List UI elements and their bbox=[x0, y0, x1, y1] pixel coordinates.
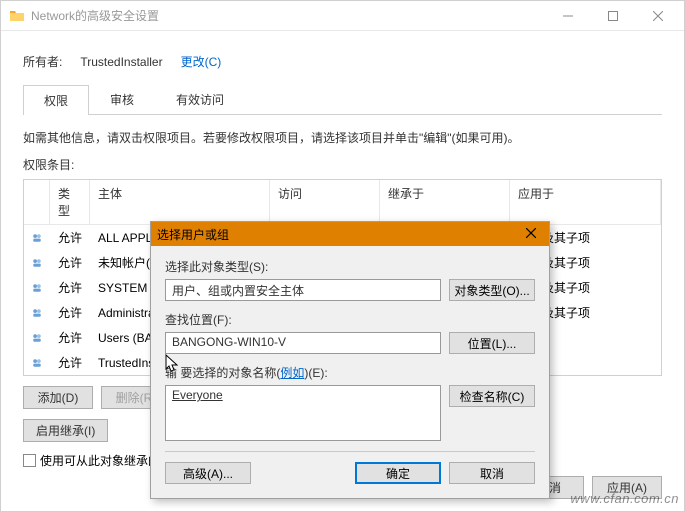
titlebar: Network的高级安全设置 bbox=[1, 1, 684, 31]
object-names-input[interactable]: Everyone bbox=[165, 385, 441, 441]
principal-icon bbox=[24, 303, 50, 323]
names-label-suffix: )(E): bbox=[304, 366, 327, 380]
tabs: 权限 审核 有效访问 bbox=[23, 84, 662, 115]
watermark: www.cfan.com.cn bbox=[570, 491, 679, 506]
cell-type: 允许 bbox=[50, 302, 90, 323]
disable-inherit-button[interactable]: 启用继承(I) bbox=[23, 419, 108, 442]
cell-type: 允许 bbox=[50, 227, 90, 248]
location-field: BANGONG-WIN10-V bbox=[165, 332, 441, 354]
cell-type: 允许 bbox=[50, 252, 90, 273]
names-label-prefix: 输 要选择的对象名称( bbox=[165, 366, 280, 380]
advanced-button[interactable]: 高级(A)... bbox=[165, 462, 251, 484]
window-controls bbox=[545, 1, 680, 30]
location-label: 查找位置(F): bbox=[165, 311, 535, 328]
folder-icon bbox=[9, 8, 25, 24]
check-names-button[interactable]: 检查名称(C) bbox=[449, 385, 535, 407]
cell-type: 允许 bbox=[50, 327, 90, 348]
col-principal[interactable]: 主体 bbox=[90, 180, 270, 224]
example-link[interactable]: 例如 bbox=[280, 366, 304, 380]
principal-icon bbox=[24, 253, 50, 273]
object-names-value: Everyone bbox=[172, 388, 223, 402]
object-types-button[interactable]: 对象类型(O)... bbox=[449, 279, 535, 301]
object-type-label: 选择此对象类型(S): bbox=[165, 258, 535, 275]
instructions-text: 如需其他信息，请双击权限项目。若要修改权限项目，请选择该项目并单击"编辑"(如果… bbox=[23, 129, 662, 146]
list-label: 权限条目: bbox=[23, 156, 662, 173]
tab-effective[interactable]: 有效访问 bbox=[155, 84, 245, 114]
add-button[interactable]: 添加(D) bbox=[23, 386, 93, 409]
col-icon[interactable] bbox=[24, 180, 50, 224]
locations-button[interactable]: 位置(L)... bbox=[449, 332, 535, 354]
principal-icon bbox=[24, 328, 50, 348]
cell-type: 允许 bbox=[50, 277, 90, 298]
change-owner-link[interactable]: 更改(C) bbox=[181, 53, 222, 70]
col-type[interactable]: 类型 bbox=[50, 180, 90, 224]
dialog-title: 选择用户或组 bbox=[157, 226, 519, 243]
col-inherit[interactable]: 继承于 bbox=[380, 180, 510, 224]
table-header: 类型 主体 访问 继承于 应用于 bbox=[24, 180, 661, 225]
close-button[interactable] bbox=[635, 1, 680, 30]
replace-child-checkbox[interactable] bbox=[23, 454, 36, 467]
owner-value: TrustedInstaller bbox=[80, 55, 162, 69]
principal-icon bbox=[24, 228, 50, 248]
divider bbox=[165, 451, 535, 452]
owner-label: 所有者: bbox=[23, 53, 62, 70]
minimize-button[interactable] bbox=[545, 1, 590, 30]
cell-type: 允许 bbox=[50, 352, 90, 373]
col-apply[interactable]: 应用于 bbox=[510, 180, 661, 224]
col-access[interactable]: 访问 bbox=[270, 180, 380, 224]
principal-icon bbox=[24, 278, 50, 298]
dialog-body: 选择此对象类型(S): 用户、组或内置安全主体 对象类型(O)... 查找位置(… bbox=[151, 246, 549, 498]
tab-permissions[interactable]: 权限 bbox=[23, 85, 89, 115]
owner-row: 所有者: TrustedInstaller 更改(C) bbox=[23, 53, 662, 70]
dialog-ok-button[interactable]: 确定 bbox=[355, 462, 441, 484]
dialog-footer: 高级(A)... 确定 取消 bbox=[165, 462, 535, 484]
maximize-button[interactable] bbox=[590, 1, 635, 30]
principal-icon bbox=[24, 353, 50, 373]
dialog-titlebar: 选择用户或组 bbox=[151, 222, 549, 246]
object-type-field: 用户、组或内置安全主体 bbox=[165, 279, 441, 301]
names-label: 输 要选择的对象名称(例如)(E): bbox=[165, 364, 535, 381]
dialog-cancel-button[interactable]: 取消 bbox=[449, 462, 535, 484]
select-user-group-dialog: 选择用户或组 选择此对象类型(S): 用户、组或内置安全主体 对象类型(O)..… bbox=[150, 221, 550, 499]
tab-audit[interactable]: 审核 bbox=[89, 84, 155, 114]
dialog-close-button[interactable] bbox=[519, 227, 543, 241]
window-title: Network的高级安全设置 bbox=[31, 7, 545, 24]
